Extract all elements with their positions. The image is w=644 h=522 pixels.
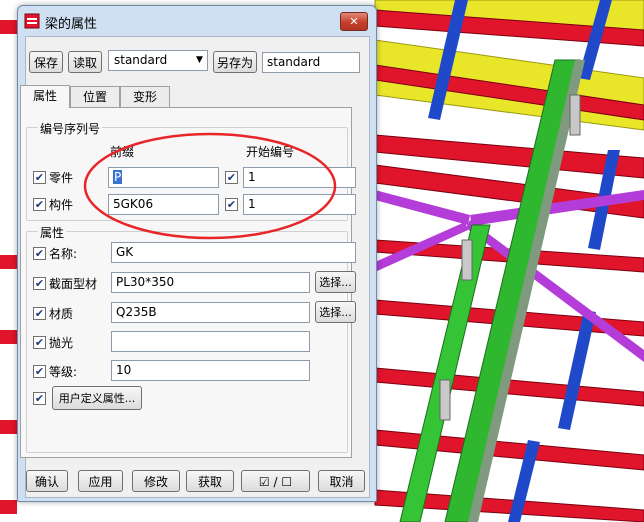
tab-attributes[interactable]: 属性 <box>20 85 70 108</box>
class-checkbox[interactable]: ✔ <box>33 365 46 378</box>
name-input[interactable]: GK <box>111 242 356 263</box>
part-checkbox[interactable]: ✔ <box>33 171 46 184</box>
finish-input[interactable] <box>111 331 310 352</box>
part-start-input[interactable]: 1 <box>243 167 356 188</box>
red-beam-stub <box>0 20 17 34</box>
material-select-button[interactable]: 选择... <box>315 301 356 323</box>
red-beam-stub <box>0 420 17 434</box>
title-bar[interactable]: 梁的属性 ✕ <box>18 6 376 36</box>
close-icon: ✕ <box>349 15 359 28</box>
assembly-prefix-input[interactable]: 5GK06 <box>108 194 219 215</box>
profile-input[interactable]: PL30*350 <box>111 272 310 293</box>
profile-label: 截面型材 <box>49 277 98 291</box>
prefix-header: 前缀 <box>110 145 135 159</box>
toggle-all-button[interactable]: ☑ / ☐ <box>241 470 310 492</box>
red-beam-stub <box>0 500 17 514</box>
connection-plate <box>461 239 473 281</box>
part-start-checkbox[interactable]: ✔ <box>225 171 238 184</box>
tab-position[interactable]: 位置 <box>70 86 120 107</box>
save-as-name-input[interactable]: standard <box>262 52 360 73</box>
name-label: 名称: <box>49 247 78 261</box>
profile-checkbox[interactable]: ✔ <box>33 277 46 290</box>
assembly-start-input[interactable]: 1 <box>243 194 356 215</box>
connection-plate <box>569 94 581 136</box>
modify-button[interactable]: 修改 <box>132 470 180 492</box>
assembly-label: 构件 <box>49 198 74 212</box>
profile-select-button[interactable]: 选择... <box>315 271 356 293</box>
tab-deformation[interactable]: 变形 <box>120 86 170 107</box>
material-label: 材质 <box>49 307 74 321</box>
user-defined-attributes-button[interactable]: 用户定义属性... <box>52 386 142 410</box>
close-button[interactable]: ✕ <box>340 12 368 31</box>
beam-properties-icon <box>24 13 40 29</box>
class-label: 等级: <box>49 365 78 379</box>
get-button[interactable]: 获取 <box>186 470 234 492</box>
save-as-button[interactable]: 另存为 <box>213 51 257 73</box>
finish-checkbox[interactable]: ✔ <box>33 336 46 349</box>
part-label: 零件 <box>49 171 74 185</box>
load-button[interactable]: 读取 <box>68 51 102 73</box>
preset-select-value: standard <box>114 53 168 67</box>
preset-select[interactable]: standard ▼ <box>108 50 208 71</box>
chevron-down-icon: ▼ <box>196 55 203 65</box>
material-input[interactable]: Q235B <box>111 302 310 323</box>
name-checkbox[interactable]: ✔ <box>33 247 46 260</box>
red-beam-stub <box>0 255 17 269</box>
part-prefix-input[interactable]: P <box>108 167 219 188</box>
red-beam-stub <box>0 330 17 344</box>
class-input[interactable]: 10 <box>111 360 310 381</box>
assembly-start-checkbox[interactable]: ✔ <box>225 198 238 211</box>
assembly-checkbox[interactable]: ✔ <box>33 198 46 211</box>
window-title: 梁的属性 <box>45 17 98 32</box>
cancel-button[interactable]: 取消 <box>318 470 365 492</box>
numbering-group-label: 编号序列号 <box>38 120 103 137</box>
connection-plate <box>439 379 451 421</box>
udf-checkbox[interactable]: ✔ <box>33 392 46 405</box>
finish-label: 抛光 <box>49 336 74 350</box>
attributes-group-label: 属性 <box>38 224 67 241</box>
ok-button[interactable]: 确认 <box>26 470 68 492</box>
part-prefix-value: P <box>113 170 123 184</box>
start-number-header: 开始编号 <box>246 145 295 159</box>
material-checkbox[interactable]: ✔ <box>33 307 46 320</box>
apply-button[interactable]: 应用 <box>78 470 123 492</box>
save-button[interactable]: 保存 <box>29 51 63 73</box>
